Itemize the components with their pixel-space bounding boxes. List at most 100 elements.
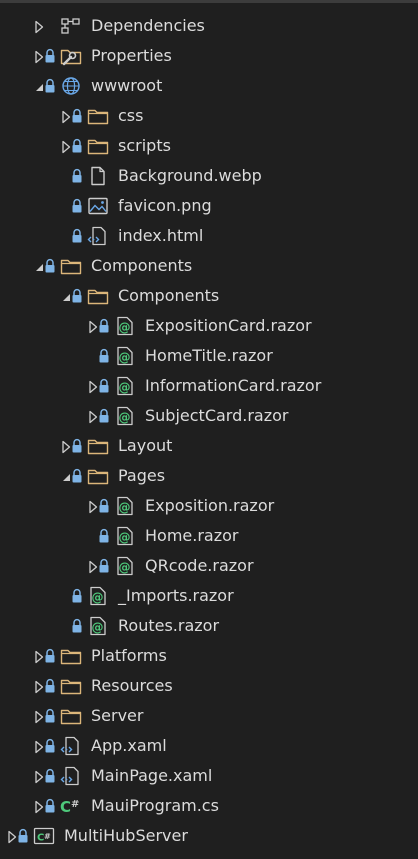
folder-icon [87, 436, 109, 456]
folder-icon [87, 466, 109, 486]
tree-item-routes-razor[interactable]: @ Routes.razor [0, 611, 418, 641]
tree-item-home-razor[interactable]: @ Home.razor [0, 521, 418, 551]
tree-item-label: Server [91, 706, 144, 725]
tree-item-label: Pages [118, 466, 166, 485]
tree-item-layout[interactable]: Layout [0, 431, 418, 461]
lock-icon [71, 438, 83, 454]
file-icon [87, 166, 109, 186]
lock-icon [44, 798, 56, 814]
top-border [0, 0, 418, 3]
razor-file-icon: @ [114, 556, 136, 576]
lock-icon [98, 378, 110, 394]
tree-item-label: Dependencies [91, 16, 205, 35]
tree-item-mauiprogram-cs[interactable]: C # MauiProgram.cs [0, 791, 418, 821]
tree-item-dependencies[interactable]: Dependencies [0, 11, 418, 41]
tree-item-expositioncard-razor[interactable]: @ ExpositionCard.razor [0, 311, 418, 341]
tree-item-platforms[interactable]: Platforms [0, 641, 418, 671]
tree-item-label: App.xaml [91, 736, 167, 755]
razor-file-icon: @ [87, 616, 109, 636]
tree-item-label: Home.razor [145, 526, 239, 545]
razor-file-icon: @ [114, 496, 136, 516]
lock-icon [44, 708, 56, 724]
dependencies-icon [60, 16, 82, 36]
folder-icon [87, 136, 109, 156]
tree-item-exposition-razor[interactable]: @ Exposition.razor [0, 491, 418, 521]
svg-text:#: # [71, 799, 79, 810]
lock-icon [98, 408, 110, 424]
csharp-file-icon: C # [60, 796, 82, 816]
svg-text:@: @ [119, 561, 131, 575]
lock-icon [44, 78, 56, 94]
svg-text:@: @ [119, 501, 131, 515]
code-file-icon [87, 226, 109, 246]
tree-item-qrcode-razor[interactable]: @ QRcode.razor [0, 551, 418, 581]
tree-item-pages[interactable]: Pages [0, 461, 418, 491]
lock-icon [71, 618, 83, 634]
tree-item-label: Background.webp [118, 166, 262, 185]
tree-item-label: css [118, 106, 144, 125]
tree-item-hometitle-razor[interactable]: @ HomeTitle.razor [0, 341, 418, 371]
tree-item-properties[interactable]: Properties [0, 41, 418, 71]
tree-item-label: MainPage.xaml [91, 766, 213, 785]
lock-icon [44, 258, 56, 274]
tree-item-imports-razor[interactable]: @ _Imports.razor [0, 581, 418, 611]
svg-text:#: # [44, 832, 51, 841]
tree-item-label: Properties [91, 46, 172, 65]
razor-file-icon: @ [114, 316, 136, 336]
tree-item-label: Components [91, 256, 193, 275]
image-file-icon [87, 196, 109, 216]
tree-item-label: favicon.png [118, 196, 212, 215]
csharp-project-icon: C # [33, 826, 55, 846]
tree-item-subjectcard-razor[interactable]: @ SubjectCard.razor [0, 401, 418, 431]
lock-icon [71, 228, 83, 244]
lock-icon [71, 138, 83, 154]
tree-item-label: MauiProgram.cs [91, 796, 219, 815]
tree-item-label: HomeTitle.razor [145, 346, 273, 365]
tree-item-multihubserver[interactable]: C # MultiHubServer [0, 821, 418, 851]
code-file-icon [60, 766, 82, 786]
tree-item-informationcard-razor[interactable]: @ InformationCard.razor [0, 371, 418, 401]
folder-icon [87, 286, 109, 306]
lock-icon [71, 108, 83, 124]
tree-item-mainpage-xaml[interactable]: MainPage.xaml [0, 761, 418, 791]
razor-file-icon: @ [114, 406, 136, 426]
tree-item-label: Resources [91, 676, 173, 695]
folder-icon [60, 646, 82, 666]
tree-item-scripts[interactable]: scripts [0, 131, 418, 161]
svg-text:@: @ [119, 381, 131, 395]
tree-item-label: Platforms [91, 646, 167, 665]
tree-item-label: SubjectCard.razor [145, 406, 289, 425]
svg-text:@: @ [119, 351, 131, 365]
tree-item-label: Layout [118, 436, 173, 455]
lock-icon [44, 678, 56, 694]
tree-item-label: Components [118, 286, 220, 305]
lock-icon [98, 558, 110, 574]
code-file-icon [60, 736, 82, 756]
svg-text:@: @ [92, 591, 104, 605]
tree-item-favicon-png[interactable]: favicon.png [0, 191, 418, 221]
tree-item-css[interactable]: css [0, 101, 418, 131]
lock-icon [44, 648, 56, 664]
tree-item-server[interactable]: Server [0, 701, 418, 731]
razor-file-icon: @ [114, 376, 136, 396]
folder-icon [60, 676, 82, 696]
tree-item-components[interactable]: Components [0, 281, 418, 311]
tree-item-label: index.html [118, 226, 204, 245]
folder-icon [87, 106, 109, 126]
tree-item-resources[interactable]: Resources [0, 671, 418, 701]
tree-item-app-xaml[interactable]: App.xaml [0, 731, 418, 761]
svg-text:@: @ [119, 531, 131, 545]
tree-item-label: QRcode.razor [145, 556, 254, 575]
tree-item-wwwroot[interactable]: wwwroot [0, 71, 418, 101]
tree-item-components[interactable]: Components [0, 251, 418, 281]
svg-text:@: @ [92, 621, 104, 635]
lock-icon [98, 498, 110, 514]
lock-icon [98, 528, 110, 544]
collapsed-arrow-icon[interactable] [32, 19, 46, 34]
tree-item-background-webp[interactable]: Background.webp [0, 161, 418, 191]
tree-item-index-html[interactable]: index.html [0, 221, 418, 251]
tree-item-label: wwwroot [91, 76, 163, 95]
lock-icon [44, 768, 56, 784]
razor-file-icon: @ [114, 526, 136, 546]
tree-item-label: Exposition.razor [145, 496, 275, 515]
